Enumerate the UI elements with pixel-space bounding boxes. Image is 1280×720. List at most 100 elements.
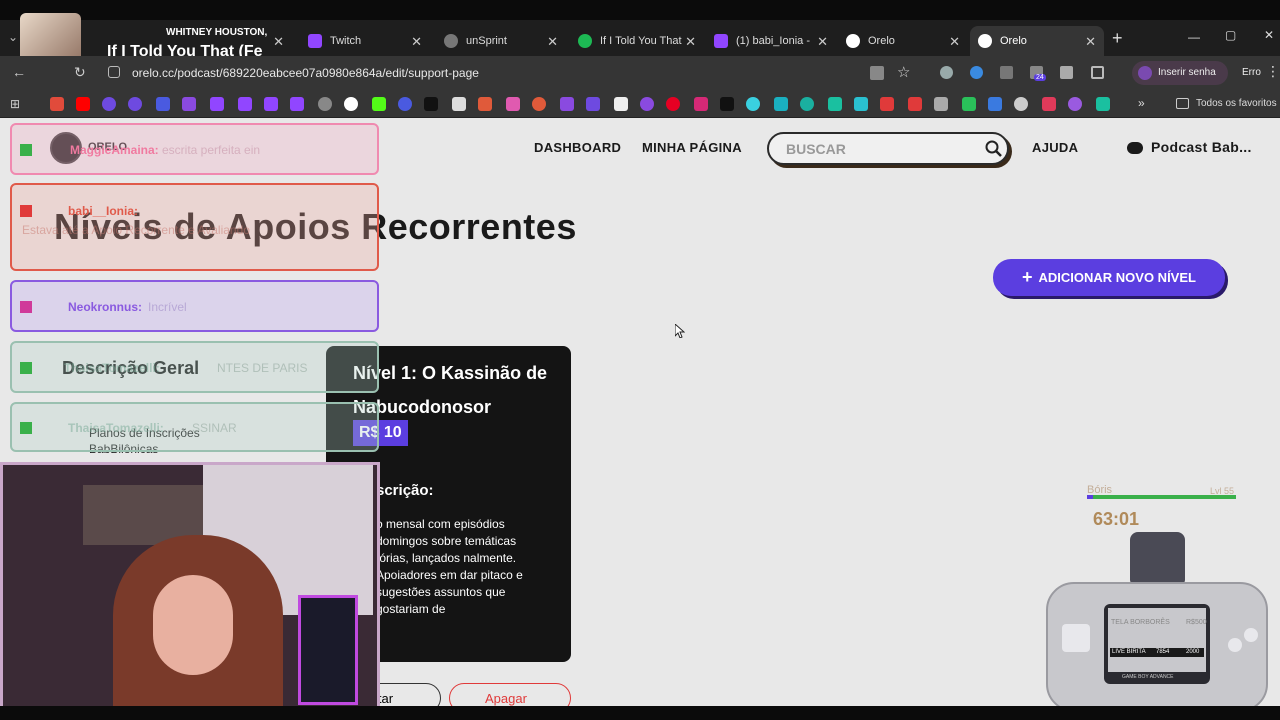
instagram-icon[interactable] (694, 97, 708, 111)
bookmark-icon[interactable] (560, 97, 574, 111)
address-bar[interactable]: orelo.cc/podcast/689220eabcee07a0980e864… (132, 66, 479, 80)
all-favorites[interactable]: Todos os favoritos (1196, 98, 1277, 109)
nav-dashboard[interactable]: DASHBOARD (534, 140, 621, 155)
twitch-icon[interactable] (238, 97, 252, 111)
a-button-icon (1244, 628, 1258, 642)
close-icon[interactable]: ✕ (547, 34, 558, 50)
bookmark-icon[interactable] (908, 97, 922, 111)
chat-user: babi__Ionia: (68, 204, 139, 218)
search-input[interactable]: BUSCAR (767, 132, 1009, 165)
bookmark-icon[interactable] (746, 97, 760, 111)
checkmark-icon (20, 362, 32, 374)
screen-line1-val: R$500 (1186, 619, 1207, 626)
extension-icon[interactable] (1060, 66, 1073, 79)
bookmarks-more[interactable]: » (1138, 96, 1145, 110)
delete-button[interactable]: Apagar (449, 683, 571, 706)
bookmark-icon[interactable] (1042, 97, 1056, 111)
globe-icon[interactable] (318, 97, 332, 111)
twitch-icon[interactable] (210, 97, 224, 111)
bookmark-icon[interactable] (774, 97, 788, 111)
bookmark-icon[interactable] (934, 97, 948, 111)
bookmark-icon[interactable] (1014, 97, 1028, 111)
star-icon[interactable]: ☆ (897, 63, 910, 81)
reload-icon[interactable]: ↻ (74, 64, 86, 81)
bookmark-icon[interactable] (586, 97, 600, 111)
bookmark-icon[interactable] (962, 97, 976, 111)
b-button-icon (1228, 638, 1242, 652)
close-icon[interactable]: ✕ (817, 34, 828, 50)
bookmark-icon[interactable] (452, 97, 466, 111)
amazon-icon[interactable] (614, 97, 628, 111)
tab-label: Orelo (868, 35, 895, 47)
bookmark-icon[interactable] (800, 97, 814, 111)
tab-orelo-2[interactable]: Orelo ✕ (970, 26, 1104, 56)
extension-icon[interactable] (1000, 66, 1013, 79)
bookmark-icon[interactable] (828, 97, 842, 111)
screen-bar: LIVE BIRITA 7854 2000 (1110, 648, 1204, 657)
twitch-icon[interactable] (264, 97, 278, 111)
bookmark-icon[interactable] (1096, 97, 1110, 111)
screen-line2-val: 7854 (1156, 649, 1170, 655)
add-level-button[interactable]: + ADICIONAR NOVO NÍVEL (993, 259, 1225, 296)
screen-display: TELA BORBORÊS R$500 LIVE BIRITA 7854 200… (1108, 608, 1207, 672)
twitch-icon[interactable] (290, 97, 304, 111)
translate-icon[interactable] (870, 66, 884, 80)
plus-icon: + (1022, 267, 1033, 287)
bookmark-icon[interactable] (640, 97, 654, 111)
bookmark-icon[interactable] (988, 97, 1002, 111)
bookmark-icon[interactable] (156, 97, 170, 111)
maximize-button[interactable]: ▢ (1225, 28, 1236, 42)
nav-my-page[interactable]: MINHA PÁGINA (642, 140, 742, 155)
bookmark-icon[interactable] (854, 97, 868, 111)
error-button[interactable]: Erro (1242, 67, 1261, 78)
kick-icon[interactable] (372, 97, 386, 111)
system-bottom-bar (0, 706, 1280, 720)
minimize-button[interactable]: — (1188, 30, 1200, 44)
close-icon[interactable]: ✕ (411, 34, 422, 50)
apps-icon[interactable]: ⊞ (10, 97, 20, 111)
bookmark-icon[interactable] (102, 97, 116, 111)
pinterest-icon[interactable] (666, 97, 680, 111)
youtube-icon[interactable] (76, 97, 90, 111)
podcast-icon (1127, 142, 1143, 154)
bookmark-icon[interactable] (398, 97, 412, 111)
back-icon[interactable]: ← (12, 64, 26, 80)
bookmark-icon[interactable] (880, 97, 894, 111)
puzzle-icon[interactable] (1091, 66, 1104, 79)
close-icon[interactable]: ✕ (1085, 34, 1096, 50)
gmail-icon[interactable] (50, 97, 64, 111)
close-icon[interactable]: ✕ (273, 34, 284, 50)
new-tab-button[interactable]: + (1112, 28, 1123, 49)
close-window-button[interactable]: ✕ (1264, 28, 1274, 42)
tab-search-button[interactable]: ⌄ (8, 30, 18, 44)
tab-babi[interactable]: (1) babi_Ionia - ✕ (706, 26, 836, 56)
site-info-icon[interactable] (108, 66, 120, 78)
delete-label: Apagar (485, 691, 527, 706)
bookmark-icon[interactable] (1068, 97, 1082, 111)
bookmark-icon[interactable] (424, 97, 438, 111)
menu-icon[interactable]: ⋮ (1266, 63, 1280, 80)
nav-podcast[interactable]: Podcast Bab... (1151, 139, 1252, 155)
bookmark-icon[interactable] (478, 97, 492, 111)
close-icon[interactable]: ✕ (685, 34, 696, 50)
extension-icon[interactable] (970, 66, 983, 79)
profile-button[interactable]: Inserir senha (1132, 61, 1228, 85)
globe-icon (444, 34, 458, 48)
extension-icon[interactable] (940, 66, 953, 79)
dpad-icon (1062, 624, 1090, 652)
bookmark-icon[interactable] (532, 97, 546, 111)
tab-orelo-1[interactable]: Orelo ✕ (838, 26, 968, 56)
tab-spotify[interactable]: If I Told You That ✕ (570, 26, 704, 56)
pet-progress-start (1087, 495, 1093, 499)
orelo-icon[interactable] (344, 97, 358, 111)
search-icon[interactable] (985, 140, 1003, 158)
bookmark-icon[interactable] (182, 97, 196, 111)
tab-unsprint[interactable]: unSprint ✕ (436, 26, 566, 56)
nav-help[interactable]: AJUDA (1032, 140, 1078, 155)
chat-user: MaggieAmaina: (70, 143, 159, 157)
tiktok-icon[interactable] (720, 97, 734, 111)
bookmark-icon[interactable] (128, 97, 142, 111)
bookmark-icon[interactable] (506, 97, 520, 111)
close-icon[interactable]: ✕ (949, 34, 960, 50)
tab-twitch[interactable]: Twitch ✕ (300, 26, 430, 56)
